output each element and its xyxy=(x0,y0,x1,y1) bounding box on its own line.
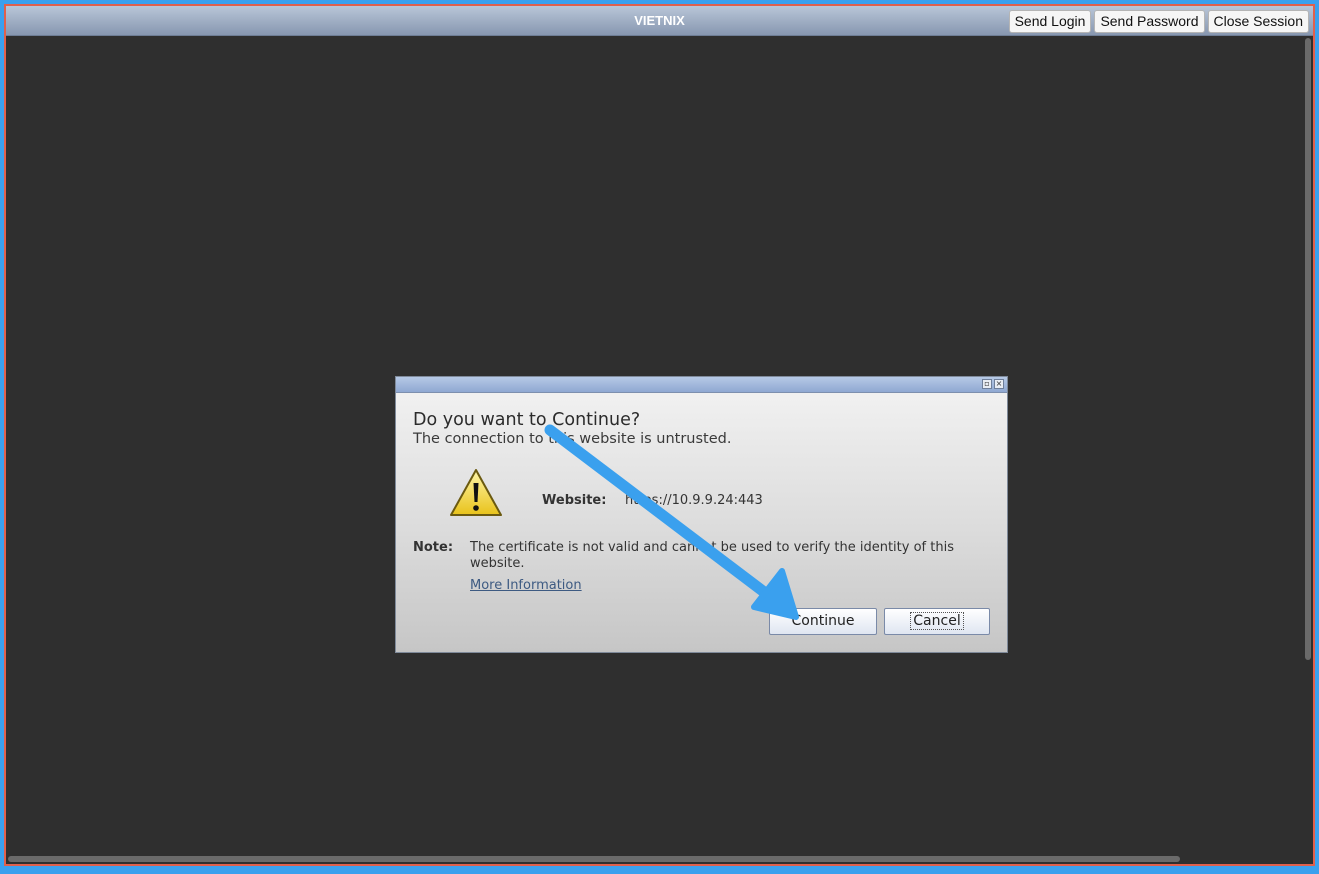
send-password-button[interactable]: Send Password xyxy=(1094,10,1205,33)
dialog-subheading: The connection to this website is untrus… xyxy=(413,431,732,447)
continue-button[interactable]: Continue xyxy=(769,608,877,635)
dialog-heading: Do you want to Continue? xyxy=(413,410,641,430)
session-toolbar: Send Login Send Password Close Session xyxy=(1008,10,1309,33)
minimize-icon[interactable]: ▫ xyxy=(982,379,992,389)
vertical-scrollbar[interactable] xyxy=(1305,38,1311,660)
horizontal-scrollbar[interactable] xyxy=(8,856,1180,862)
send-login-button[interactable]: Send Login xyxy=(1008,10,1092,33)
more-information-link[interactable]: More Information xyxy=(470,578,582,593)
close-icon[interactable]: × xyxy=(994,379,1004,389)
cancel-button[interactable]: Cancel xyxy=(884,608,990,635)
security-warning-dialog: ▫ × Do you want to Continue? The connect… xyxy=(395,376,1008,653)
dialog-titlebar: ▫ × xyxy=(396,377,1007,393)
close-session-button[interactable]: Close Session xyxy=(1207,10,1309,33)
website-label: Website: xyxy=(542,493,607,508)
cancel-button-label: Cancel xyxy=(910,612,964,630)
note-text: The certificate is not valid and cannot … xyxy=(470,540,954,571)
website-value: https://10.9.9.24:443 xyxy=(625,493,763,508)
note-label: Note: xyxy=(413,540,454,555)
warning-icon xyxy=(450,469,502,516)
window-titlebar: VIETNIX Send Login Send Password Close S… xyxy=(6,6,1313,36)
